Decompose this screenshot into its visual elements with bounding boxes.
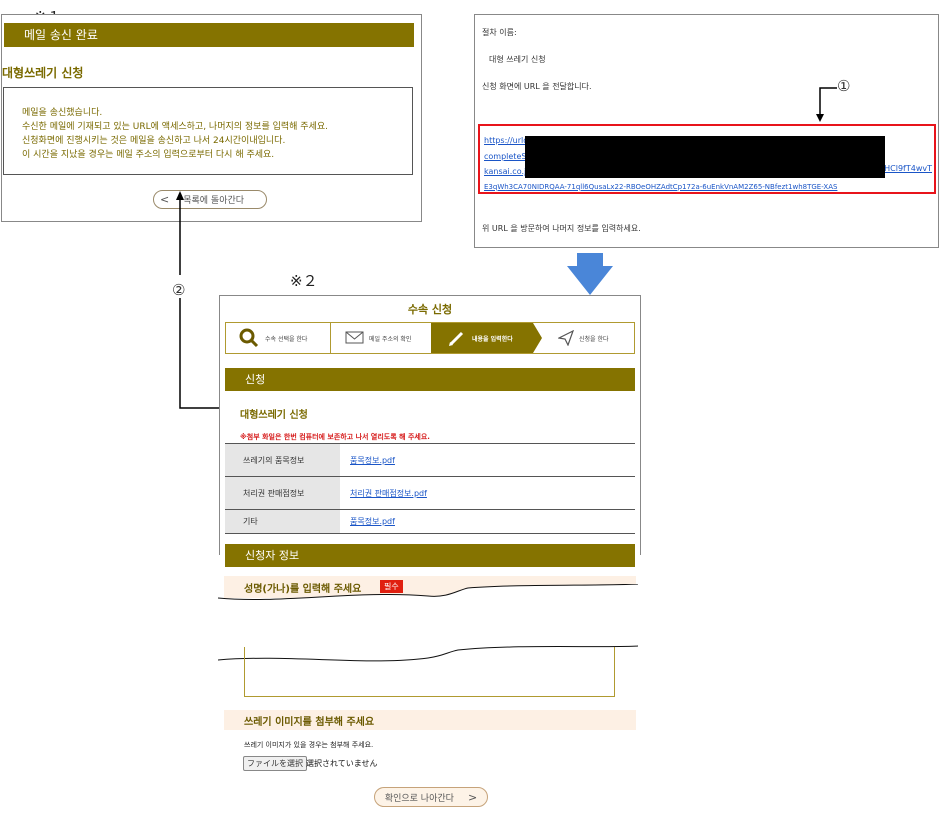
chevron-right-icon: > bbox=[467, 790, 478, 804]
row-label: 처리권 판매점정보 bbox=[225, 476, 340, 510]
file-link[interactable]: 품목정보.pdf bbox=[350, 517, 395, 526]
table-row: 쓰레기의 품목정보 품목정보.pdf bbox=[225, 443, 635, 477]
name-input[interactable] bbox=[244, 647, 615, 697]
row-label: 쓰레기의 품목정보 bbox=[225, 443, 340, 477]
applicant-section-header: 신청자 정보 bbox=[225, 544, 635, 567]
step-label: 신청을 한다 bbox=[579, 335, 609, 343]
proceed-label: 확인으로 나아간다 bbox=[384, 793, 454, 804]
step-submit: 신청을 한다 bbox=[544, 323, 634, 353]
table-row: 기타 품목정보.pdf bbox=[225, 509, 635, 534]
image-field-header: 쓰레기 이미지를 첨부해 주세요 bbox=[224, 710, 636, 730]
step-confirm-email: 메일 주소의 확인 bbox=[330, 323, 433, 353]
marker-2: ② bbox=[172, 281, 186, 299]
row-label: 기타 bbox=[225, 509, 340, 534]
envelope-icon bbox=[345, 331, 364, 344]
step-select: 수속 선택을 한다 bbox=[226, 323, 330, 353]
torn-edge-top bbox=[218, 584, 639, 614]
attachment-warning: ※첨부 화일은 한번 컴퓨터에 보존하고 나서 열리도록 해 주세요. bbox=[240, 433, 430, 441]
send-icon bbox=[558, 330, 574, 346]
file-status: 選択されていません bbox=[306, 759, 378, 768]
step-indicator: 수속 선택을 한다 메일 주소의 확인 내용을 입력한다 신청을 한다 bbox=[225, 322, 635, 354]
section-header: 신청 bbox=[225, 368, 635, 391]
step-label: 내용을 입력한다 bbox=[472, 335, 513, 343]
pencil-icon bbox=[449, 331, 464, 346]
procedure-title: 대형쓰레기 신청 bbox=[240, 410, 308, 421]
image-hint: 쓰레기 이미지가 있을 경우는 첨부해 주세요. bbox=[244, 741, 374, 749]
attachment-table: 쓰레기의 품목정보 품목정보.pdf 처리권 판매점정보 처리권 판매점정보.p… bbox=[225, 443, 635, 534]
step-label: 수속 선택을 한다 bbox=[265, 335, 308, 343]
choose-file-button[interactable]: ファイルを選択 bbox=[243, 756, 307, 771]
step-input-content: 내용을 입력한다 bbox=[432, 323, 536, 353]
image-field-label: 쓰레기 이미지를 첨부해 주세요 bbox=[244, 717, 375, 728]
step-label: 메일 주소의 확인 bbox=[369, 335, 412, 343]
marker-1: ① bbox=[837, 77, 851, 95]
file-link[interactable]: 처리권 판매점정보.pdf bbox=[350, 489, 427, 498]
down-arrow-icon bbox=[567, 253, 613, 295]
search-icon bbox=[239, 328, 259, 348]
form-title: 수속 신청 bbox=[407, 303, 453, 316]
file-link[interactable]: 품목정보.pdf bbox=[350, 456, 395, 465]
proceed-to-confirm-button[interactable]: 확인으로 나아간다 > bbox=[374, 787, 488, 807]
form-panel: 수속 신청 수속 선택을 한다 메일 주소의 확인 내용을 입력한다 신청을 한… bbox=[219, 295, 641, 567]
table-row: 처리권 판매점정보 처리권 판매점정보.pdf bbox=[225, 476, 635, 510]
